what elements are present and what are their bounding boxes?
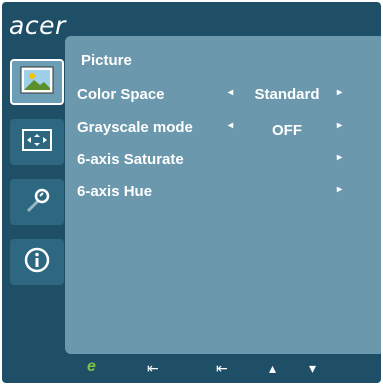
setting-row-6-axis-saturate[interactable]: 6-axis Saturate ▸ [65,148,381,172]
setting-value: OFF [272,122,302,139]
sidebar-item-settings[interactable] [10,179,64,225]
panel-title: Picture [81,52,132,69]
setting-row-6-axis-hue[interactable]: 6-axis Hue ▸ [65,180,381,204]
setting-label: Color Space [77,86,165,103]
arrow-right-icon[interactable]: ▸ [337,120,342,131]
enter-exit-icon[interactable]: ⇤ [147,360,159,377]
screen-resize-icon [22,128,52,156]
setting-label: 6-axis Saturate [77,151,184,168]
monitor-osd: acer Picture Color Space ◂ Standard ▸ Gr… [2,2,381,383]
sidebar-item-information[interactable] [10,239,64,285]
e-logo-icon[interactable]: e [87,358,96,376]
brand-logo: acer [9,11,66,40]
arrow-down-icon[interactable]: ▾ [309,360,316,377]
setting-value: Standard [254,86,320,103]
setting-label: 6-axis Hue [77,183,153,200]
footer-buttons: e ⇤ ⇤ ▴ ▾ [65,358,381,383]
wrench-settings-icon [22,185,52,220]
setting-row-color-space[interactable]: Color Space ◂ Standard ▸ [65,83,381,107]
settings-panel: Picture Color Space ◂ Standard ▸ Graysca… [65,36,381,354]
arrow-left-icon[interactable]: ◂ [228,87,233,98]
enter-exit-icon[interactable]: ⇤ [216,360,228,377]
image-icon [20,66,54,99]
setting-label: Grayscale mode [77,119,193,136]
arrow-right-icon[interactable]: ▸ [337,184,342,195]
sidebar-item-display[interactable] [10,119,64,165]
setting-row-grayscale-mode[interactable]: Grayscale mode ◂ OFF ▸ [65,116,381,140]
arrow-right-icon[interactable]: ▸ [337,152,342,163]
arrow-left-icon[interactable]: ◂ [228,120,233,131]
sidebar-item-picture[interactable] [10,59,64,105]
arrow-right-icon[interactable]: ▸ [337,87,342,98]
arrow-up-icon[interactable]: ▴ [269,360,276,377]
info-icon [24,247,50,278]
